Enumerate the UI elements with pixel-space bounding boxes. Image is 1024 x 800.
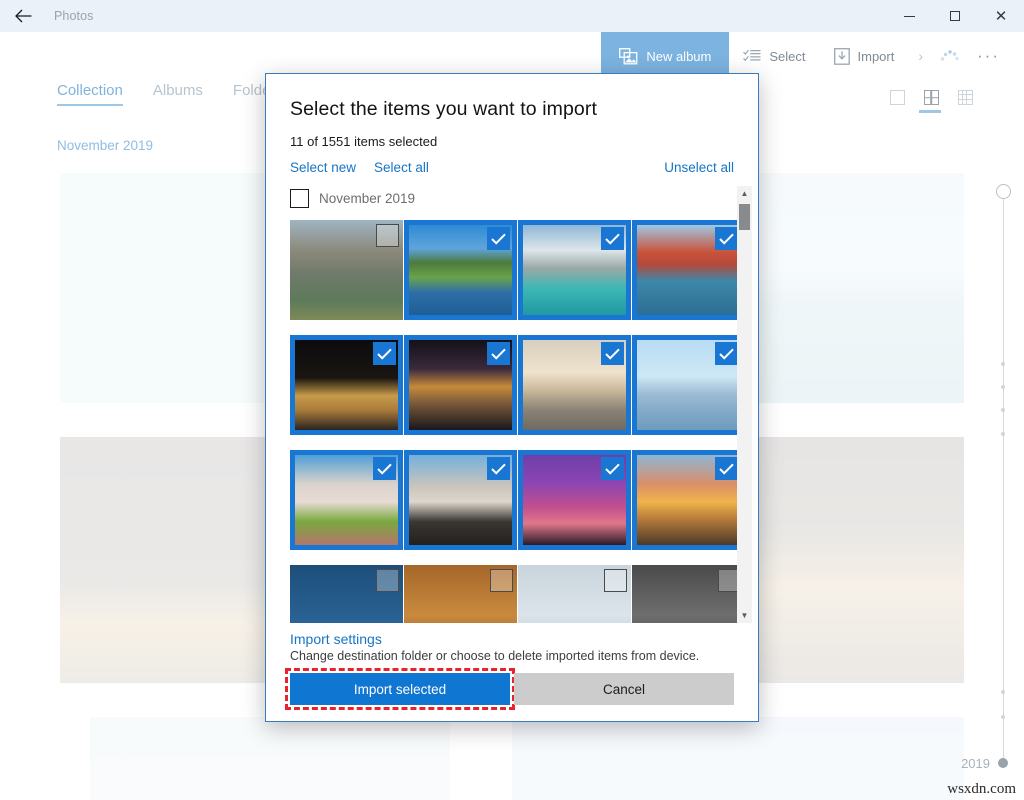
- timeline-end-knob[interactable]: [998, 758, 1008, 768]
- thumbnail-item[interactable]: [632, 220, 745, 320]
- collection-photo[interactable]: [90, 717, 450, 800]
- thumbnail-item[interactable]: [518, 335, 631, 435]
- thumbnail-item[interactable]: [518, 450, 631, 550]
- thumbnail-item[interactable]: [404, 450, 517, 550]
- thumbnail-checkbox-checked[interactable]: [487, 342, 510, 365]
- view-mode-grid3-icon[interactable]: [956, 90, 974, 105]
- timeline-tick: [1001, 690, 1005, 694]
- chevron-right-icon[interactable]: ›: [908, 48, 933, 64]
- scrollbar-track[interactable]: [737, 201, 752, 608]
- thumbnail-item[interactable]: [518, 220, 631, 320]
- thumbnail-item[interactable]: [404, 220, 517, 320]
- back-arrow-icon[interactable]: [0, 0, 46, 32]
- thumbnail-item[interactable]: [404, 335, 517, 435]
- thumbnail-checkbox-checked[interactable]: [601, 457, 624, 480]
- import-settings-link[interactable]: Import settings: [290, 631, 734, 647]
- import-dialog: Select the items you want to import 11 o…: [265, 73, 759, 722]
- window-controls: ✕: [886, 0, 1024, 32]
- thumbnail-item[interactable]: [632, 450, 745, 550]
- select-new-link[interactable]: Select new: [290, 160, 356, 175]
- import-label: Import: [858, 49, 895, 64]
- thumbnail-item[interactable]: [290, 220, 403, 320]
- collection-month-label: November 2019: [57, 138, 153, 153]
- timeline-tick: [1001, 362, 1005, 366]
- watermark-text: wsxdn.com: [947, 781, 1016, 798]
- tab-collection[interactable]: Collection: [57, 82, 123, 106]
- thumbnail-checkbox-checked[interactable]: [715, 342, 738, 365]
- title-bar: Photos ✕: [0, 0, 1024, 32]
- thumbnail-item[interactable]: [632, 565, 745, 623]
- import-settings-description: Change destination folder or choose to d…: [290, 649, 734, 663]
- timeline-tick: [1001, 408, 1005, 412]
- thumbnail-checkbox-checked[interactable]: [487, 227, 510, 250]
- view-mode-grid2-icon[interactable]: [922, 90, 940, 113]
- timeline-rail: [1003, 192, 1004, 768]
- timeline-knob[interactable]: [996, 184, 1011, 199]
- scroll-down-icon[interactable]: ▼: [737, 608, 752, 623]
- view-mode-group: [888, 90, 974, 113]
- maximize-button[interactable]: [932, 0, 978, 32]
- import-icon: [834, 48, 850, 65]
- import-button[interactable]: Import: [820, 32, 909, 80]
- photos-app-window: Photos ✕ New album: [0, 0, 1024, 800]
- dialog-header: Select the items you want to import 11 o…: [266, 74, 758, 175]
- loading-spinner-icon: [933, 47, 967, 65]
- thumbnail-item[interactable]: [404, 565, 517, 623]
- thumbnail-checkbox-checked[interactable]: [601, 227, 624, 250]
- close-button[interactable]: ✕: [978, 0, 1024, 32]
- thumbnail-checkbox[interactable]: [376, 569, 399, 592]
- thumbnail-checkbox[interactable]: [604, 569, 627, 592]
- timeline-year-label: 2019: [961, 756, 990, 771]
- thumbnail-checkbox-checked[interactable]: [487, 457, 510, 480]
- thumbnail-checkbox[interactable]: [490, 569, 513, 592]
- thumbnail-item[interactable]: [290, 450, 403, 550]
- thumbnail-item[interactable]: [632, 335, 745, 435]
- timeline-tick: [1001, 385, 1005, 389]
- new-album-icon: [619, 48, 638, 65]
- group-label: November 2019: [319, 191, 415, 206]
- select-all-link[interactable]: Select all: [374, 160, 429, 175]
- cancel-button[interactable]: Cancel: [514, 673, 734, 705]
- thumbnail-grid: [290, 220, 750, 623]
- timeline-tick: [1001, 432, 1005, 436]
- thumbnail-checkbox-checked[interactable]: [715, 457, 738, 480]
- select-label: Select: [769, 49, 805, 64]
- new-album-label: New album: [646, 49, 711, 64]
- thumbnail-checkbox-checked[interactable]: [373, 342, 396, 365]
- dialog-buttons: Import selected Cancel: [290, 673, 734, 721]
- timeline-tick: [1001, 715, 1005, 719]
- dialog-thumbnail-area: November 2019: [266, 186, 758, 623]
- thumbnail-item[interactable]: [290, 565, 403, 623]
- thumbnail-checkbox-checked[interactable]: [373, 457, 396, 480]
- dialog-title: Select the items you want to import: [290, 98, 734, 121]
- tab-albums[interactable]: Albums: [153, 82, 203, 106]
- view-mode-single-icon[interactable]: [888, 90, 906, 105]
- select-icon: [743, 49, 761, 63]
- collection-photo[interactable]: [512, 717, 964, 800]
- app-title: Photos: [54, 9, 94, 23]
- import-selected-button[interactable]: Import selected: [290, 673, 510, 705]
- dialog-footer: Import settings Change destination folde…: [266, 623, 758, 721]
- thumbnail-checkbox-checked[interactable]: [715, 227, 738, 250]
- group-checkbox[interactable]: [290, 189, 309, 208]
- thumbnail-checkbox[interactable]: [376, 224, 399, 247]
- thumbnail-item[interactable]: [290, 335, 403, 435]
- minimize-button[interactable]: [886, 0, 932, 32]
- scroll-up-icon[interactable]: ▲: [737, 186, 752, 201]
- group-header: November 2019: [290, 186, 758, 220]
- more-options-icon[interactable]: ···: [967, 46, 1014, 66]
- dialog-selection-actions: Select new Select all Unselect all: [290, 160, 734, 175]
- dialog-scrollbar[interactable]: ▲ ▼: [737, 186, 752, 623]
- thumbnail-item[interactable]: [518, 565, 631, 623]
- timeline-scrubber[interactable]: 2019: [992, 180, 1016, 780]
- scrollbar-thumb[interactable]: [739, 204, 750, 230]
- unselect-all-link[interactable]: Unselect all: [664, 160, 734, 175]
- thumbnail-checkbox-checked[interactable]: [601, 342, 624, 365]
- selected-count-text: 11 of 1551 items selected: [290, 134, 734, 149]
